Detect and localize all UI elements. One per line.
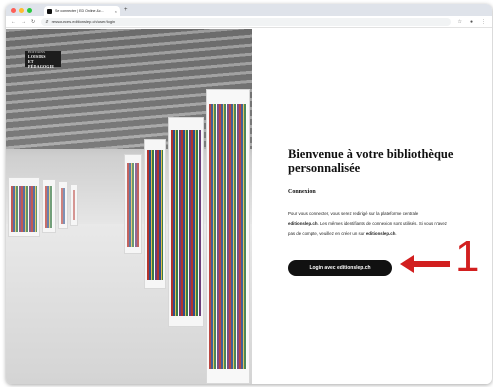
shelf: [206, 89, 250, 384]
profile-icon[interactable]: ●: [470, 19, 473, 25]
minimize-window-button[interactable]: [19, 7, 24, 13]
shelf: [70, 184, 78, 226]
address-bar: ← → ↻ ⇵ ressources.editionslep.ch/user/l…: [6, 16, 492, 28]
maximize-window-button[interactable]: [27, 7, 32, 13]
shelf-books: [11, 186, 37, 232]
login-page: ÉDITIONS LOISIRS ET PÉDAGOGIE Bienvenue …: [6, 29, 492, 384]
section-title: Connexion: [288, 189, 316, 195]
shelf-books: [171, 130, 201, 316]
back-icon[interactable]: ←: [11, 19, 16, 25]
shelf-books: [73, 190, 75, 220]
desc-text-3: .: [395, 231, 397, 236]
desc-site-1: editionslep.ch: [288, 221, 318, 226]
star-icon[interactable]: ☆: [457, 19, 461, 25]
annotation-number: 1: [455, 232, 480, 281]
shelf: [42, 179, 56, 233]
brand-line-3: ET PÉDAGOGIE: [28, 58, 55, 69]
shelf: [144, 139, 166, 289]
annotation-arrow-icon: [400, 255, 450, 273]
page-title: Bienvenue à votre bibliothèque personnal…: [288, 147, 454, 175]
brand-logo: ÉDITIONS LOISIRS ET PÉDAGOGIE: [25, 50, 61, 69]
close-window-button[interactable]: [11, 7, 16, 13]
shelf: [58, 181, 68, 229]
desc-site-2: editionslep.ch: [365, 231, 396, 236]
shelf-books: [147, 150, 163, 280]
tab-title: Se connecter | ED Online &c...: [55, 9, 104, 13]
desc-text-1: Pour vous connecter, vous serez redirigé…: [288, 211, 419, 216]
reload-icon[interactable]: ↻: [31, 19, 35, 25]
shelf-books: [209, 104, 247, 369]
browser-tab[interactable]: Se connecter | ED Online &c... ×: [44, 6, 120, 16]
url-field[interactable]: ⇵ ressources.editionslep.ch/user/login: [41, 17, 452, 26]
tab-close-icon[interactable]: ×: [115, 9, 117, 14]
shelf-books: [127, 163, 139, 247]
menu-icon[interactable]: ⋮: [481, 19, 486, 25]
login-description: Pour vous connecter, vous serez redirigé…: [288, 209, 448, 239]
shelf-books: [61, 188, 65, 224]
login-panel: Bienvenue à votre bibliothèque personnal…: [252, 29, 492, 384]
forward-icon[interactable]: →: [21, 19, 26, 25]
shelf: [8, 177, 40, 237]
shelf-books: [45, 186, 53, 228]
browser-window: Se connecter | ED Online &c... × + ← → ↻…: [6, 4, 492, 384]
tab-bar: Se connecter | ED Online &c... × +: [6, 4, 492, 16]
favicon-icon: [47, 8, 52, 14]
login-button[interactable]: Login avec editionslep.ch: [288, 260, 392, 276]
url-text: ressources.editionslep.ch/user/login: [51, 19, 116, 24]
shelf: [168, 117, 204, 327]
shelf: [124, 154, 142, 254]
toolbar-actions: ☆ ● ⋮: [457, 19, 486, 25]
library-photo: ÉDITIONS LOISIRS ET PÉDAGOGIE: [6, 29, 252, 384]
lock-icon[interactable]: ⇵: [45, 19, 48, 24]
window-controls: [11, 7, 32, 13]
new-tab-button[interactable]: +: [124, 7, 128, 13]
